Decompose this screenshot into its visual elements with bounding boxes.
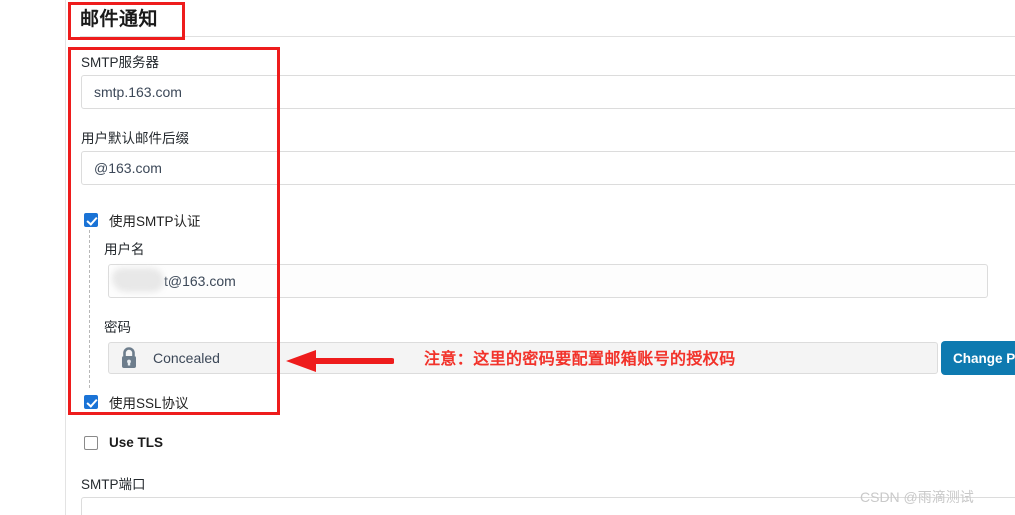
use-tls-checkbox-row[interactable]: Use TLS <box>84 435 163 450</box>
use-smtp-auth-checkbox-row[interactable]: 使用SMTP认证 <box>84 210 201 230</box>
change-password-button[interactable]: Change Password <box>941 341 1015 375</box>
annotation-note: 注意：这里的密码要配置邮箱账号的授权码 <box>424 351 736 368</box>
password-value: Concealed <box>153 350 220 366</box>
mail-suffix-input[interactable]: @163.com <box>81 151 1015 185</box>
smtp-server-input[interactable]: smtp.163.com <box>81 75 1015 109</box>
watermark: CSDN @雨滴测试 <box>860 489 974 505</box>
page-title: 邮件通知 <box>80 9 159 30</box>
title-divider <box>80 36 1015 37</box>
annotation-arrow-icon <box>286 350 394 372</box>
username-redaction-blur <box>112 268 164 292</box>
nested-group-guide <box>89 230 90 388</box>
use-tls-checkbox[interactable] <box>84 435 98 450</box>
use-tls-label: Use TLS <box>109 435 164 450</box>
smtp-server-label: SMTP服务器 <box>81 55 160 70</box>
username-input[interactable]: t@163.com <box>108 264 988 298</box>
page-left-divider <box>65 0 66 515</box>
use-ssl-checkbox[interactable] <box>84 395 98 409</box>
use-smtp-auth-checkbox[interactable] <box>84 213 98 227</box>
email-notification-settings-page: 邮件通知 SMTP服务器 smtp.163.com 用户默认邮件后缀 @163.… <box>0 0 1015 515</box>
smtp-port-label: SMTP端口 <box>81 477 146 492</box>
password-label: 密码 <box>104 320 131 335</box>
use-smtp-auth-label: 使用SMTP认证 <box>109 214 201 229</box>
lock-icon <box>122 347 136 368</box>
use-ssl-label: 使用SSL协议 <box>109 396 189 411</box>
mail-suffix-label: 用户默认邮件后缀 <box>81 131 189 146</box>
use-ssl-checkbox-row[interactable]: 使用SSL协议 <box>84 392 189 412</box>
username-label: 用户名 <box>104 242 145 257</box>
